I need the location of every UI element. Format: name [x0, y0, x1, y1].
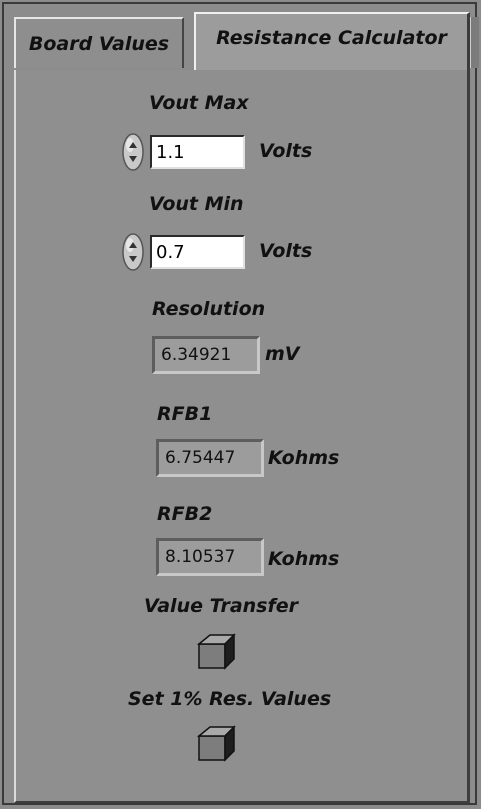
value-transfer-label: Value Transfer: [144, 595, 299, 617]
rfb2-indicator: 8.10537: [156, 538, 264, 576]
vout-min-input[interactable]: [150, 235, 245, 269]
vout-max-input[interactable]: [150, 135, 245, 169]
vout-max-unit: Volts: [259, 140, 313, 162]
vout-max-increment-decrement-icon[interactable]: [122, 133, 144, 171]
vout-min-increment-decrement-icon[interactable]: [122, 233, 144, 271]
tab-scroll-edge: [470, 17, 479, 68]
vout-min-unit: Volts: [259, 240, 313, 262]
rfb1-label: RFB1: [157, 403, 213, 425]
resolution-indicator: 6.34921: [152, 336, 260, 374]
tab-resistance-calculator[interactable]: Resistance Calculator: [194, 12, 470, 72]
set-res-values-label: Set 1% Res. Values: [128, 688, 332, 710]
vout-max-label: Vout Max: [149, 92, 249, 114]
resolution-label: Resolution: [152, 298, 266, 320]
tab-resistance-calculator-label: Resistance Calculator: [216, 27, 447, 49]
rfb2-label: RFB2: [157, 503, 213, 525]
resolution-unit: mV: [265, 343, 300, 365]
tab-board-values-label: Board Values: [28, 32, 170, 55]
rfb2-unit: Kohms: [268, 548, 340, 570]
set-res-values-button[interactable]: [196, 724, 236, 762]
rfb1-indicator: 6.75447: [156, 439, 264, 477]
tab-board-values[interactable]: Board Values: [14, 17, 184, 68]
rfb1-unit: Kohms: [268, 447, 340, 469]
value-transfer-button[interactable]: [196, 632, 236, 670]
vout-min-label: Vout Min: [149, 193, 244, 215]
